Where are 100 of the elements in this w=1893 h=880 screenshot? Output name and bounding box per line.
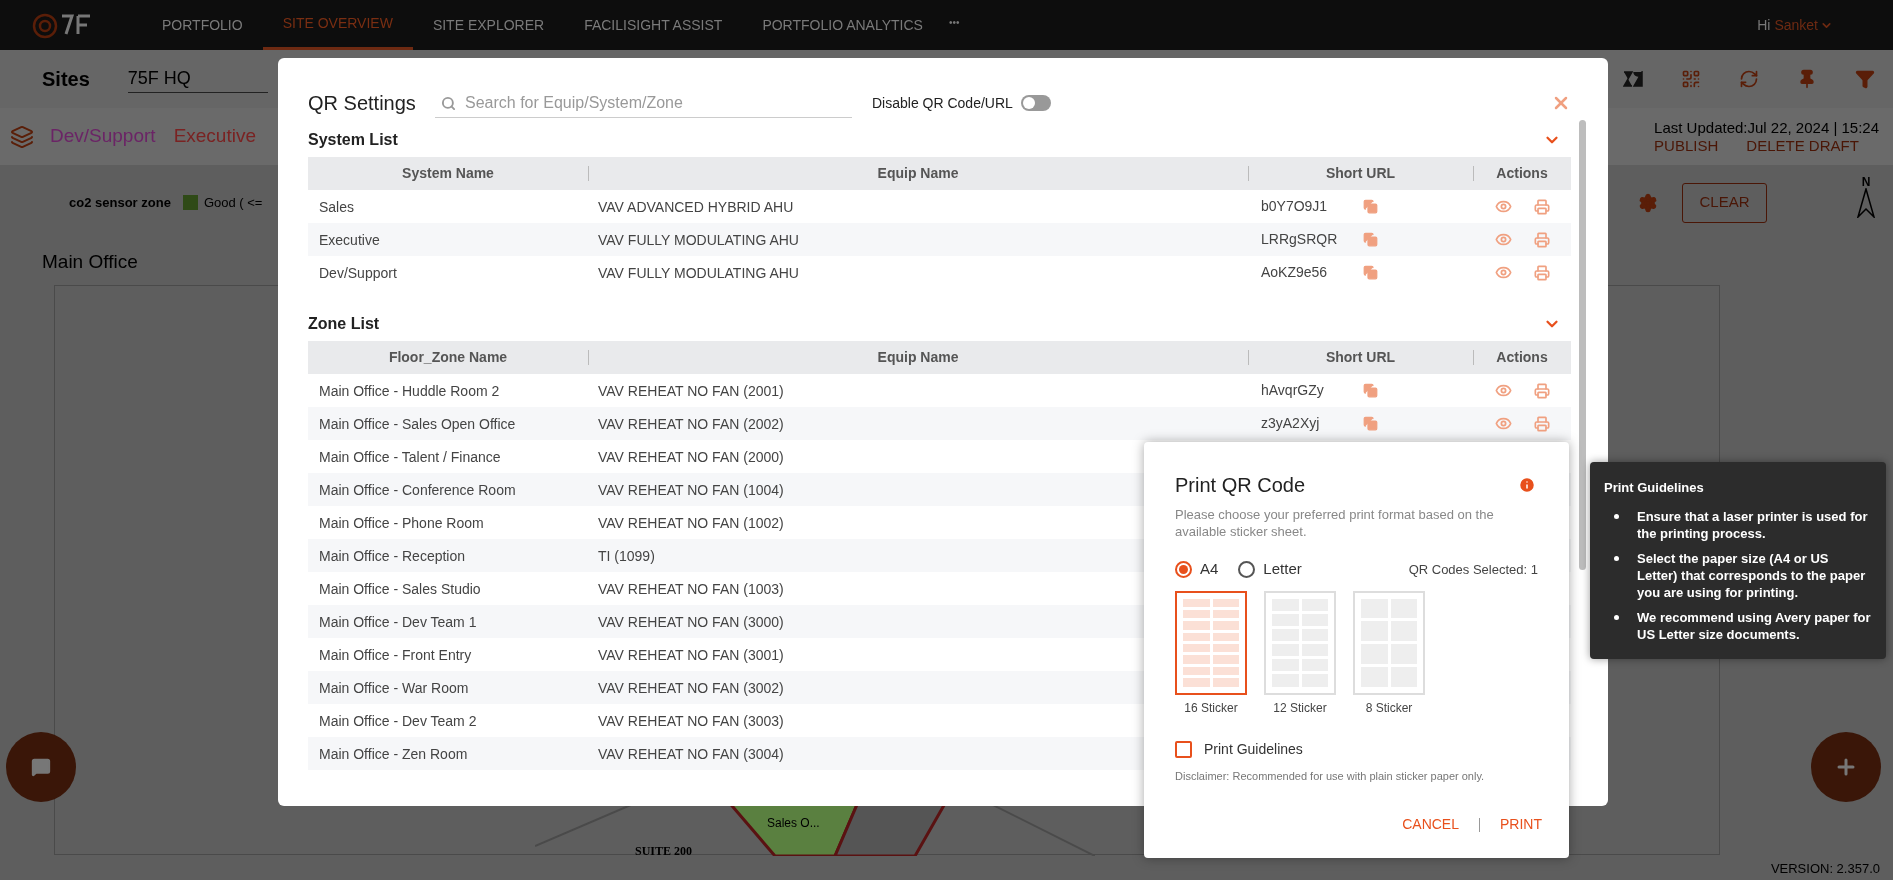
- dialog-description: Please choose your preferred print format based on the available sticker sheet.: [1175, 506, 1495, 540]
- eye-icon[interactable]: [1494, 198, 1512, 215]
- table-cell: VAV REHEAT NO FAN (1003): [598, 580, 784, 597]
- table-cell: VAV REHEAT NO FAN (2002): [598, 415, 784, 432]
- copy-icon[interactable]: [1363, 232, 1378, 247]
- site-select[interactable]: 75F HQ: [127, 65, 268, 93]
- table-cell: Dev/Support: [319, 264, 397, 281]
- table-cell: Main Office - Talent / Finance: [319, 448, 501, 465]
- selected-count-text: QR Codes Selected: 1: [1408, 560, 1538, 579]
- table-cell: Main Office - Reception: [319, 547, 466, 564]
- column-header: Actions: [1496, 164, 1548, 183]
- copy-icon[interactable]: [1363, 416, 1378, 431]
- column-header: Actions: [1496, 348, 1548, 367]
- printer-icon[interactable]: [1533, 382, 1550, 399]
- table-cell: VAV REHEAT NO FAN (2001): [598, 382, 784, 399]
- status-action-link[interactable]: DELETE DRAFT: [1746, 136, 1859, 155]
- print-button[interactable]: PRINT: [1500, 814, 1542, 835]
- sites-label: Sites: [42, 67, 90, 92]
- paper-size-radio[interactable]: A4: [1175, 558, 1219, 581]
- table-cell: VAV REHEAT NO FAN (3003): [598, 712, 784, 729]
- eye-icon[interactable]: [1494, 231, 1512, 248]
- printer-icon[interactable]: [1533, 415, 1550, 432]
- table-cell: VAV REHEAT NO FAN (1004): [598, 481, 784, 498]
- column-header: Floor_Zone Name: [388, 348, 508, 367]
- print-guidelines-checkbox[interactable]: Print Guidelines: [1175, 738, 1538, 760]
- table-cell: TI (1099): [598, 547, 655, 564]
- search-icon: [441, 96, 456, 111]
- copy-icon[interactable]: [1363, 383, 1378, 398]
- guideline-text: We recommend using Avery paper for US Letter size documents.: [1637, 608, 1872, 643]
- column-header: Short URL: [1325, 164, 1396, 183]
- settings-icon[interactable]: [1638, 192, 1658, 213]
- disclaimer-text: Disclaimer: Recommended for use with plain sticker paper only.: [1175, 768, 1486, 784]
- paper-size-radio[interactable]: Letter: [1238, 558, 1302, 581]
- column-header: Equip Name: [877, 348, 959, 367]
- bullet-icon: [1614, 513, 1619, 519]
- table-cell: VAV FULLY MODULATING AHU: [598, 231, 799, 248]
- chat-icon: [31, 757, 51, 777]
- nav-tab[interactable]: SITE EXPLORER: [412, 0, 565, 50]
- more-menu[interactable]: •••: [948, 14, 960, 30]
- cancel-button[interactable]: CANCEL: [1402, 814, 1459, 835]
- filter-icon[interactable]: [1855, 69, 1875, 89]
- eye-icon[interactable]: [1494, 415, 1512, 432]
- section-title: System List: [308, 130, 398, 150]
- layers-icon[interactable]: [10, 124, 34, 149]
- qr-code-icon[interactable]: [1681, 69, 1701, 89]
- table-cell: Main Office - Dev Team 2: [319, 712, 477, 729]
- table-cell: VAV ADVANCED HYBRID AHU: [598, 198, 794, 215]
- compass-label: N: [1861, 175, 1871, 188]
- table-cell: Main Office - Huddle Room 2: [319, 382, 500, 399]
- floor-title: Main Office: [42, 250, 138, 275]
- pin-icon[interactable]: [1797, 69, 1817, 89]
- nav-tab[interactable]: FACILISIGHT ASSIST: [564, 0, 743, 50]
- table-cell: VAV REHEAT NO FAN (2000): [598, 448, 784, 465]
- sticker-layout-option[interactable]: [1175, 590, 1247, 695]
- printer-icon[interactable]: [1533, 198, 1550, 215]
- disable-toggle[interactable]: [1020, 95, 1051, 111]
- copy-icon[interactable]: [1363, 199, 1378, 214]
- bullet-icon: [1614, 555, 1619, 561]
- legend-title: co2 sensor zone: [69, 193, 171, 212]
- table-cell: VAV REHEAT NO FAN (3002): [598, 679, 784, 696]
- table-cell: Main Office - Dev Team 1: [319, 613, 477, 630]
- scrollbar[interactable]: [1579, 120, 1586, 570]
- table-cell: Main Office - War Room: [319, 679, 469, 696]
- sticker-label: 16 Sticker: [1184, 699, 1238, 717]
- search-field[interactable]: Search for Equip/System/Zone: [435, 88, 852, 118]
- table-cell: VAV REHEAT NO FAN (1002): [598, 514, 784, 531]
- status-action-link[interactable]: PUBLISH: [1654, 136, 1719, 155]
- refresh-icon[interactable]: [1739, 69, 1759, 89]
- table-cell: Main Office - Sales Open Office: [319, 415, 516, 432]
- sticker-label: 12 Sticker: [1273, 699, 1327, 717]
- table-cell: Main Office - Front Entry: [319, 646, 472, 663]
- copy-icon[interactable]: [1363, 265, 1378, 280]
- floor-plan-label: Sales O...: [767, 815, 820, 832]
- table-cell: Executive: [319, 231, 380, 248]
- compass-arrow-icon: [1857, 187, 1875, 218]
- table-cell: VAV REHEAT NO FAN (3001): [598, 646, 784, 663]
- tooltip-title: Print Guidelines: [1604, 479, 1705, 497]
- table-cell-text: AoKZ9e56: [1261, 263, 1329, 282]
- eye-icon[interactable]: [1494, 382, 1512, 399]
- table-cell: VAV REHEAT NO FAN (3000): [598, 613, 784, 630]
- table-cell-text: z3yA2Xyj: [1261, 414, 1321, 433]
- info-icon[interactable]: [1518, 476, 1536, 494]
- dialog-title: Print QR Code: [1175, 473, 1306, 498]
- disable-toggle-label: Disable QR Code/URL: [872, 93, 1013, 113]
- clear-button[interactable]: CLEAR: [1682, 182, 1767, 223]
- printer-icon[interactable]: [1533, 231, 1550, 248]
- guideline-text: Select the paper size (A4 or US Letter) that corresponds to the paper you are using for printing.: [1637, 549, 1867, 601]
- bullet-icon: [1614, 614, 1619, 620]
- nav-tab[interactable]: PORTFOLIO: [142, 0, 263, 50]
- sticker-label: 8 Sticker: [1365, 699, 1413, 717]
- version-text: VERSION: 2.357.0: [1770, 859, 1880, 878]
- printer-icon[interactable]: [1533, 264, 1550, 281]
- last-updated-text: Last Updated:Jul 22, 2024 | 15:24: [1654, 118, 1879, 137]
- column-header: Equip Name: [877, 164, 959, 183]
- table-cell: Main Office - Sales Studio: [319, 580, 481, 597]
- floor-plan-label: SUITE 200: [635, 843, 693, 860]
- table-cell: Main Office - Conference Room: [319, 481, 516, 498]
- table-cell: Sales: [319, 198, 355, 215]
- nav-tab[interactable]: PORTFOLIO ANALYTICS: [742, 0, 943, 50]
- eye-icon[interactable]: [1494, 264, 1512, 281]
